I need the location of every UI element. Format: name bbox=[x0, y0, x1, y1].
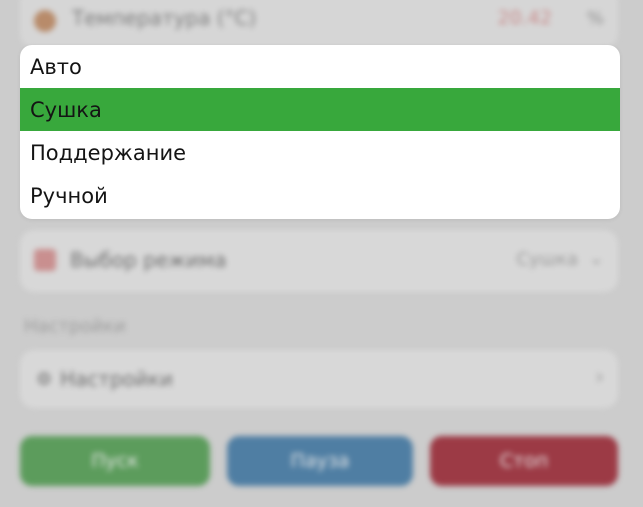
temperature-label: Температура (°C) bbox=[72, 6, 257, 30]
gear-icon: ⚙ bbox=[36, 369, 53, 390]
settings-row[interactable]: ⚙ Настройки › bbox=[20, 350, 618, 408]
dropdown-option-auto[interactable]: Авто bbox=[20, 45, 620, 88]
mode-select-row[interactable]: Выбор режима Сушка ⌄ bbox=[20, 230, 618, 292]
calendar-icon bbox=[34, 249, 56, 271]
temperature-value: 20.42 bbox=[497, 7, 552, 29]
mode-select-value: Сушка bbox=[516, 249, 578, 270]
section-title: Настройки bbox=[24, 316, 126, 337]
chevron-right-icon: › bbox=[595, 365, 604, 390]
dropdown-option-maintain[interactable]: Поддержание bbox=[20, 131, 620, 174]
start-button[interactable]: Пуск bbox=[20, 436, 210, 486]
dropdown-option-drying[interactable]: Сушка bbox=[20, 88, 620, 131]
pause-button[interactable]: Пауза bbox=[227, 436, 413, 486]
temperature-row: Температура (°C) 20.42 % bbox=[20, 0, 618, 48]
thermometer-icon bbox=[34, 10, 56, 32]
dropdown-option-manual[interactable]: Ручной bbox=[20, 174, 620, 217]
settings-label: Настройки bbox=[60, 367, 173, 391]
mode-dropdown-menu: Авто Сушка Поддержание Ручной bbox=[20, 45, 620, 219]
mode-select-label: Выбор режима bbox=[70, 248, 227, 272]
stop-button[interactable]: Стоп bbox=[430, 436, 618, 486]
chevron-down-icon: ⌄ bbox=[588, 248, 604, 269]
temperature-unit: % bbox=[586, 8, 604, 29]
